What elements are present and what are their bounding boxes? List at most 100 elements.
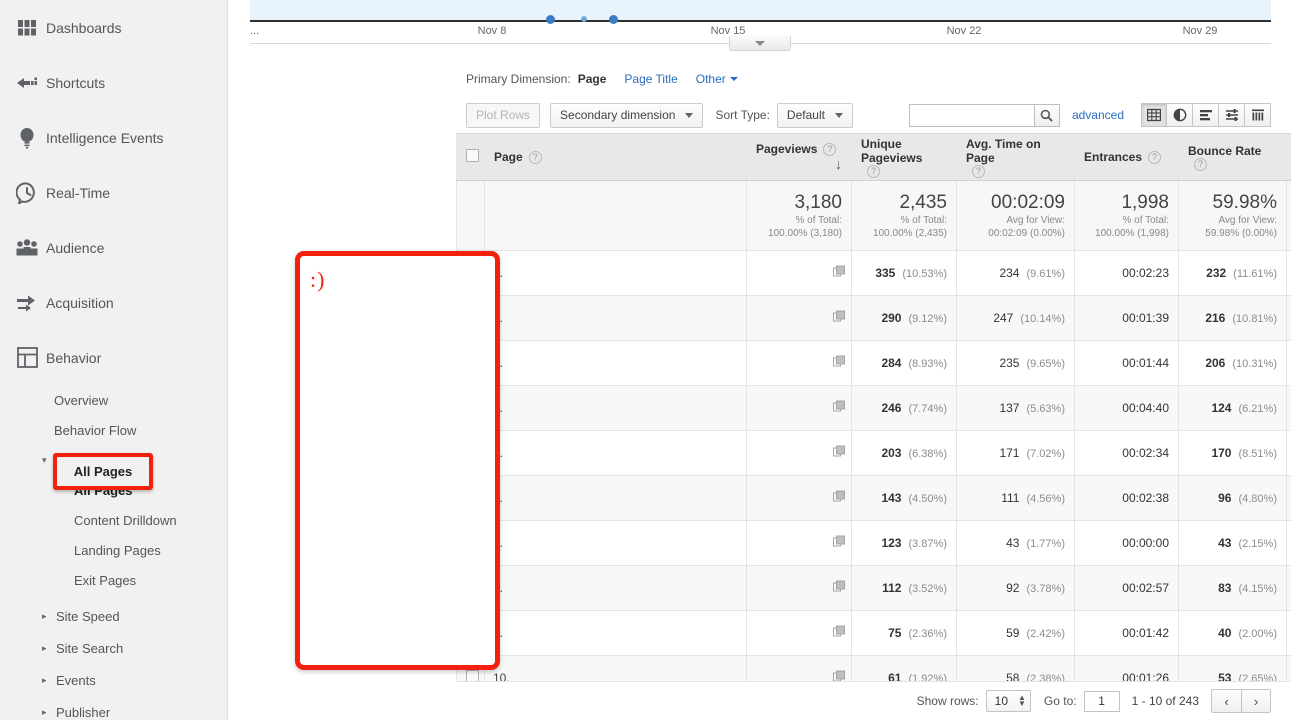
help-icon[interactable]: ? [1148,150,1162,164]
next-page-button[interactable]: › [1241,689,1271,713]
row-pageviews: 246 (7.74%) [851,385,957,431]
sidebar-item-shortcuts[interactable]: Shortcuts [0,55,227,110]
open-in-new-icon[interactable] [833,310,845,326]
smiley-annotation: :) [310,267,326,292]
table-row: 3. 284 (8.93%) 235 (9.65%) 00:01:44 206 (10… [456,340,1291,386]
row-page-cell[interactable] [746,250,852,296]
row-page-cell[interactable] [746,295,852,341]
advanced-link[interactable]: advanced [1072,108,1124,122]
metric-value: 137 [999,401,1020,415]
row-page-cell[interactable] [746,340,852,386]
goto-page-input[interactable] [1083,690,1120,712]
sidebar-item-real-time[interactable]: Real-Time [0,165,227,220]
open-in-new-icon[interactable] [833,355,845,371]
metric-percent: (10.53%) [902,268,947,280]
select-all-checkbox[interactable] [466,149,479,162]
previous-page-button[interactable]: ‹ [1211,689,1241,713]
metric-percent: (3.87%) [908,538,947,550]
performance-view-icon[interactable] [1193,103,1219,127]
sidebar-item-site-search[interactable]: ▸ Site Search [0,633,227,663]
row-avg-time: 00:01:44 [1074,340,1179,386]
sidebar-item-audience[interactable]: Audience [0,220,227,275]
column-header-unique-pageviews[interactable]: Unique Pageviews ? [851,133,957,181]
chart-collapse-toggle[interactable] [728,36,791,51]
view-mode-group [1141,103,1271,127]
sidebar-item-acquisition[interactable]: Acquisition [0,275,227,330]
metric-percent: (10.14%) [1020,313,1065,325]
row-page-cell[interactable] [746,610,852,656]
open-in-new-icon[interactable] [833,400,845,416]
table-view-icon[interactable] [1141,103,1167,127]
plot-rows-button[interactable]: Plot Rows [466,102,541,128]
sidebar-item-exit-pages[interactable]: Exit Pages [0,565,227,595]
help-icon[interactable]: ? [972,164,985,178]
primary-dimension-other[interactable]: Other [696,72,738,86]
row-pageviews: 203 (6.38%) [851,430,957,476]
sidebar-item-content-drilldown[interactable]: Content Drilldown [0,505,227,535]
column-header-percent-exit[interactable]: % Exit ? [1286,133,1291,181]
help-icon[interactable]: ? [823,142,837,156]
sort-type-value: Default [786,108,825,122]
metric-percent: (3.78%) [1026,583,1065,595]
column-header-entrances[interactable]: Entrances ? [1074,133,1179,181]
open-in-new-icon[interactable] [833,490,845,506]
sort-descending-icon[interactable]: ↓ [835,156,842,172]
summary-label: % of Total: [900,214,947,226]
row-entrances: 206 (10.31%) [1178,340,1287,386]
select-all-header [456,133,485,181]
show-rows-select[interactable]: 10 ▲ ▼ [985,690,1031,712]
metric-percent: (9.12%) [908,313,947,325]
column-header-page[interactable]: Page ? [484,133,747,181]
table-header: Page ? Pageviews ? ↓ Unique Pageviews ? … [456,133,1291,181]
row-page-cell[interactable] [746,430,852,476]
percentage-view-icon[interactable] [1167,103,1193,127]
metric-percent: (11.61%) [1233,268,1277,280]
secondary-dimension-button[interactable]: Secondary dimension [550,102,704,128]
summary-label: % of Total: [1122,214,1169,226]
metric-value: 96 [1218,491,1232,505]
show-rows-value: 10 [994,694,1008,708]
row-page-cell[interactable] [746,565,852,611]
open-in-new-icon[interactable] [833,265,845,281]
column-label: Pageviews [756,142,818,156]
column-header-pageviews[interactable]: Pageviews ? ↓ [746,133,852,181]
search-input[interactable] [908,103,1034,127]
behavior-icon [8,347,46,368]
column-header-bounce-rate[interactable]: Bounce Rate ? [1178,133,1287,181]
open-in-new-icon[interactable] [833,625,845,641]
sort-type-button[interactable]: Default [776,102,853,128]
row-index: 4. [484,385,747,431]
sidebar-item-overview[interactable]: Overview [0,385,227,415]
open-in-new-icon[interactable] [833,580,845,596]
sidebar-item-publisher[interactable]: ▸ Publisher [0,697,227,720]
search-button[interactable] [1033,103,1060,127]
open-in-new-icon[interactable] [833,445,845,461]
sidebar-item-events[interactable]: ▸ Events [0,665,227,695]
help-icon[interactable]: ? [867,164,880,178]
help-icon[interactable]: ? [528,150,542,164]
primary-dimension-page-title[interactable]: Page Title [624,72,677,86]
sidebar-item-intelligence-events[interactable]: Intelligence Events [0,110,227,165]
sidebar-item-dashboards[interactable]: Dashboards [0,0,227,55]
row-page-cell[interactable] [746,385,852,431]
sidebar-item-landing-pages[interactable]: Landing Pages [0,535,227,565]
table-toolbar: Plot Rows Secondary dimension Sort Type:… [466,96,1271,134]
sidebar-item-site-speed[interactable]: ▸ Site Speed [0,601,227,631]
chevron-right-icon: ▸ [42,610,47,621]
row-page-cell[interactable] [746,475,852,521]
sidebar-item-label: Acquisition [46,294,114,311]
metric-value: 00:00:00 [1122,536,1169,550]
analytics-page: Dashboards Shortcuts Intelligence Events… [0,0,1291,720]
metric-percent: (7.74%) [908,403,947,415]
comparison-view-icon[interactable] [1219,103,1245,127]
sidebar-item-behavior[interactable]: Behavior [0,330,227,385]
pivot-view-icon[interactable] [1245,103,1271,127]
row-page-cell[interactable] [746,520,852,566]
sidebar-item-behavior-flow[interactable]: Behavior Flow [0,415,227,445]
metric-value: 00:04:40 [1122,401,1169,415]
open-in-new-icon[interactable] [833,535,845,551]
help-icon[interactable]: ? [1194,157,1207,171]
primary-dimension-page[interactable]: Page [578,72,607,86]
column-header-avg-time-on-page[interactable]: Avg. Time on Page ? [956,133,1075,181]
row-pageviews: 335 (10.53%) [851,250,957,296]
